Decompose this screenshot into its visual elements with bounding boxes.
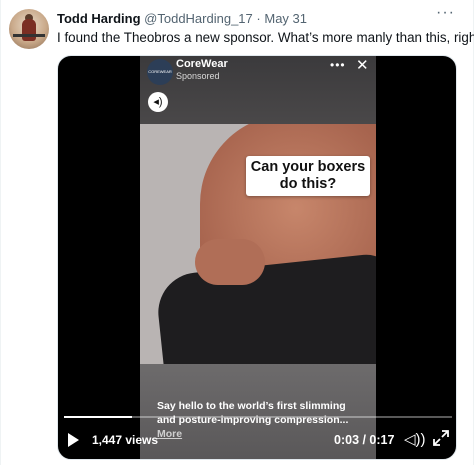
fullscreen-icon[interactable]	[431, 428, 451, 448]
ad-caption-more-link: More	[157, 428, 183, 440]
author-name[interactable]: Todd Harding	[57, 11, 141, 26]
boxers-shape	[154, 251, 376, 364]
view-count: 1,447 views	[92, 433, 159, 447]
tweet-header: Todd Harding @ToddHarding_17 · May 31	[57, 11, 307, 26]
video-progress-fill	[64, 416, 133, 418]
brand-name: CoreWear	[176, 58, 228, 70]
avatar[interactable]	[9, 9, 49, 49]
tweet: Todd Harding @ToddHarding_17 · May 31 ··…	[0, 0, 474, 465]
ad-frame: COREWEAR CoreWear Sponsored ••• ✕ ◂) Can…	[140, 56, 376, 459]
separator: ·	[256, 11, 261, 26]
avatar-barbell	[13, 34, 45, 37]
tweet-date[interactable]: May 31	[264, 11, 307, 26]
ad-header: COREWEAR CoreWear Sponsored ••• ✕ ◂)	[140, 56, 376, 124]
author-handle[interactable]: @ToddHarding_17	[144, 11, 253, 26]
arm-shape	[195, 239, 265, 285]
video-time: 0:03 / 0:17	[334, 433, 395, 447]
sponsored-label: Sponsored	[176, 71, 220, 81]
volume-icon[interactable]: ◁))	[404, 430, 426, 448]
ad-sound-icon: ◂)	[148, 92, 168, 112]
play-icon[interactable]	[68, 433, 79, 447]
tweet-text: I found the Theobros a new sponsor. What…	[57, 30, 474, 45]
avatar-figure	[22, 19, 36, 41]
video-player[interactable]: COREWEAR CoreWear Sponsored ••• ✕ ◂) Can…	[57, 55, 457, 460]
ad-menu-icon: •••	[330, 58, 346, 72]
ad-callout: Can your boxers do this?	[246, 156, 370, 196]
ad-caption-text: Say hello to the world’s first slimming …	[157, 400, 349, 426]
ad-photo: Can your boxers do this?	[140, 124, 376, 364]
brand-logo: COREWEAR	[147, 59, 173, 85]
ad-close-icon: ✕	[356, 57, 369, 74]
video-progress-bar[interactable]	[64, 416, 452, 418]
more-options-icon[interactable]: ···	[436, 4, 455, 22]
